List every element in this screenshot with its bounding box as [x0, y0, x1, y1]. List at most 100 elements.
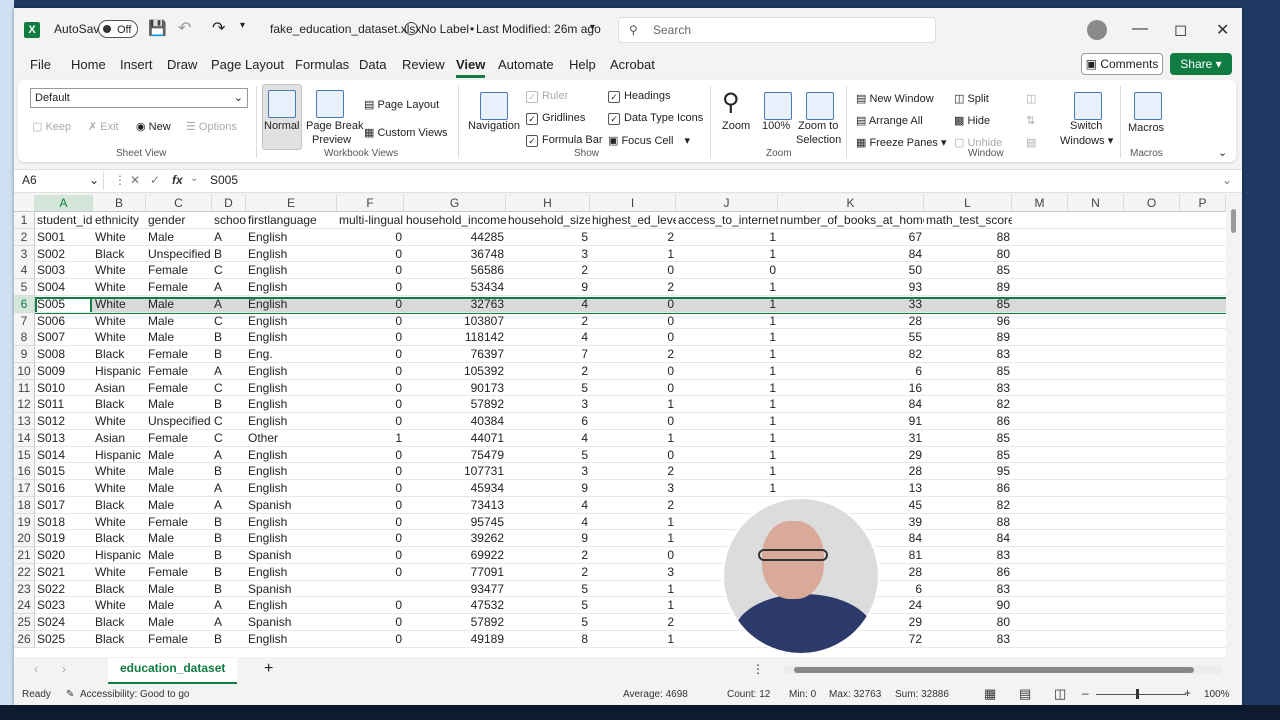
table-cell[interactable]: English — [246, 463, 337, 480]
table-cell[interactable]: S010 — [35, 380, 93, 397]
table-cell[interactable]: Male — [146, 313, 212, 330]
status-average[interactable]: Average: 4698 — [623, 689, 688, 700]
row-header[interactable]: 23 — [14, 580, 35, 598]
table-cell[interactable]: 5 — [506, 614, 590, 631]
tab-next-icon[interactable]: › — [62, 662, 66, 676]
header-cell[interactable]: school — [212, 212, 246, 229]
table-cell[interactable]: 85 — [924, 430, 1012, 447]
table-cell[interactable]: 86 — [924, 480, 1012, 497]
table-cell[interactable]: S019 — [35, 530, 93, 547]
table-cell[interactable]: Black — [93, 346, 146, 363]
table-cell[interactable]: S025 — [35, 631, 93, 648]
table-cell[interactable]: 16 — [778, 380, 924, 397]
row-header[interactable]: 16 — [14, 463, 35, 481]
table-cell[interactable]: 0 — [337, 262, 404, 279]
table-cell[interactable]: 1 — [590, 631, 676, 648]
tab-draw[interactable]: Draw — [167, 57, 197, 72]
data-type-icons-checkbox[interactable]: ✓ Data Type Icons — [608, 112, 703, 125]
new-window-button[interactable]: ▤ New Window — [856, 92, 934, 105]
table-cell[interactable]: White — [93, 313, 146, 330]
add-sheet-icon[interactable]: + — [264, 660, 273, 678]
table-cell[interactable]: 105392 — [404, 363, 506, 380]
header-cell[interactable]: household_size — [506, 212, 590, 229]
table-cell[interactable]: 49189 — [404, 631, 506, 648]
table-cell[interactable]: 1 — [590, 396, 676, 413]
share-button[interactable]: Share ▾ — [1170, 53, 1232, 75]
table-cell[interactable]: 4 — [506, 430, 590, 447]
column-header-l[interactable]: L — [924, 195, 1012, 212]
table-cell[interactable]: 2 — [506, 313, 590, 330]
accessibility-icon[interactable]: ✎ — [66, 689, 74, 700]
table-cell[interactable]: White — [93, 279, 146, 296]
table-cell[interactable]: 90 — [924, 597, 1012, 614]
table-cell[interactable]: 9 — [506, 279, 590, 296]
table-cell[interactable]: 9 — [506, 530, 590, 547]
table-cell[interactable]: 33 — [778, 296, 924, 313]
table-cell[interactable]: S021 — [35, 564, 93, 581]
column-header-d[interactable]: D — [212, 195, 246, 212]
table-cell[interactable]: S012 — [35, 413, 93, 430]
tab-acrobat[interactable]: Acrobat — [610, 57, 655, 72]
table-cell[interactable]: C — [212, 380, 246, 397]
table-cell[interactable]: S001 — [35, 229, 93, 246]
table-cell[interactable]: 82 — [924, 497, 1012, 514]
more-icon[interactable]: ⋮ — [752, 662, 764, 676]
table-cell[interactable]: 84 — [778, 396, 924, 413]
table-cell[interactable]: 1 — [676, 396, 778, 413]
table-cell[interactable]: 85 — [924, 447, 1012, 464]
table-cell[interactable]: 1 — [590, 581, 676, 598]
table-cell[interactable]: Female — [146, 262, 212, 279]
formula-input[interactable]: S005 — [210, 173, 238, 187]
column-header-a[interactable]: A — [35, 195, 93, 212]
table-cell[interactable]: 3 — [590, 480, 676, 497]
header-cell[interactable]: math_test_score — [924, 212, 1012, 229]
table-cell[interactable]: A — [212, 363, 246, 380]
table-cell[interactable]: 40384 — [404, 413, 506, 430]
page-layout-button[interactable]: ▤ Page Layout — [364, 98, 439, 111]
table-cell[interactable]: S016 — [35, 480, 93, 497]
table-cell[interactable]: 85 — [924, 296, 1012, 313]
ruler-checkbox[interactable]: ✓ Ruler — [526, 90, 568, 103]
table-cell[interactable]: 0 — [337, 631, 404, 648]
table-cell[interactable]: 3 — [590, 564, 676, 581]
table-cell[interactable]: Hispanic — [93, 447, 146, 464]
table-cell[interactable]: Spanish — [246, 547, 337, 564]
table-cell[interactable]: 2 — [506, 262, 590, 279]
status-sum[interactable]: Sum: 32886 — [895, 689, 949, 700]
new-view-button[interactable]: ◉ New — [136, 120, 171, 133]
table-cell[interactable]: 0 — [337, 514, 404, 531]
table-cell[interactable]: 0 — [337, 547, 404, 564]
table-cell[interactable]: Female — [146, 564, 212, 581]
sensitivity-icon[interactable]: ◯ — [404, 20, 419, 36]
table-cell[interactable]: A — [212, 279, 246, 296]
row-header[interactable]: 4 — [14, 262, 35, 280]
table-cell[interactable]: Male — [146, 497, 212, 514]
table-cell[interactable]: 0 — [337, 530, 404, 547]
row-header[interactable]: 12 — [14, 396, 35, 414]
table-cell[interactable]: 0 — [337, 329, 404, 346]
table-cell[interactable]: 0 — [590, 296, 676, 313]
zoom-slider[interactable] — [1096, 694, 1186, 695]
table-cell[interactable]: 2 — [590, 229, 676, 246]
table-cell[interactable]: B — [212, 246, 246, 263]
table-cell[interactable]: 86 — [924, 413, 1012, 430]
status-min[interactable]: Min: 0 — [789, 689, 816, 700]
page-break-icon[interactable]: ◫ — [1054, 686, 1066, 702]
table-cell[interactable]: Black — [93, 497, 146, 514]
table-cell[interactable]: 2 — [590, 279, 676, 296]
table-cell[interactable]: 0 — [337, 363, 404, 380]
table-cell[interactable]: Female — [146, 430, 212, 447]
hide-button[interactable]: ▩ Hide — [954, 114, 990, 127]
table-cell[interactable]: S002 — [35, 246, 93, 263]
table-cell[interactable]: English — [246, 631, 337, 648]
table-cell[interactable]: 80 — [924, 614, 1012, 631]
macros-button[interactable]: Macros — [1128, 122, 1164, 134]
table-cell[interactable]: 0 — [337, 447, 404, 464]
table-cell[interactable]: Spanish — [246, 581, 337, 598]
table-cell[interactable]: C — [212, 430, 246, 447]
headings-checkbox[interactable]: ✓ Headings — [608, 90, 670, 103]
table-cell[interactable]: 0 — [337, 497, 404, 514]
row-header[interactable]: 15 — [14, 446, 35, 464]
table-cell[interactable]: S003 — [35, 262, 93, 279]
table-cell[interactable]: 0 — [590, 329, 676, 346]
